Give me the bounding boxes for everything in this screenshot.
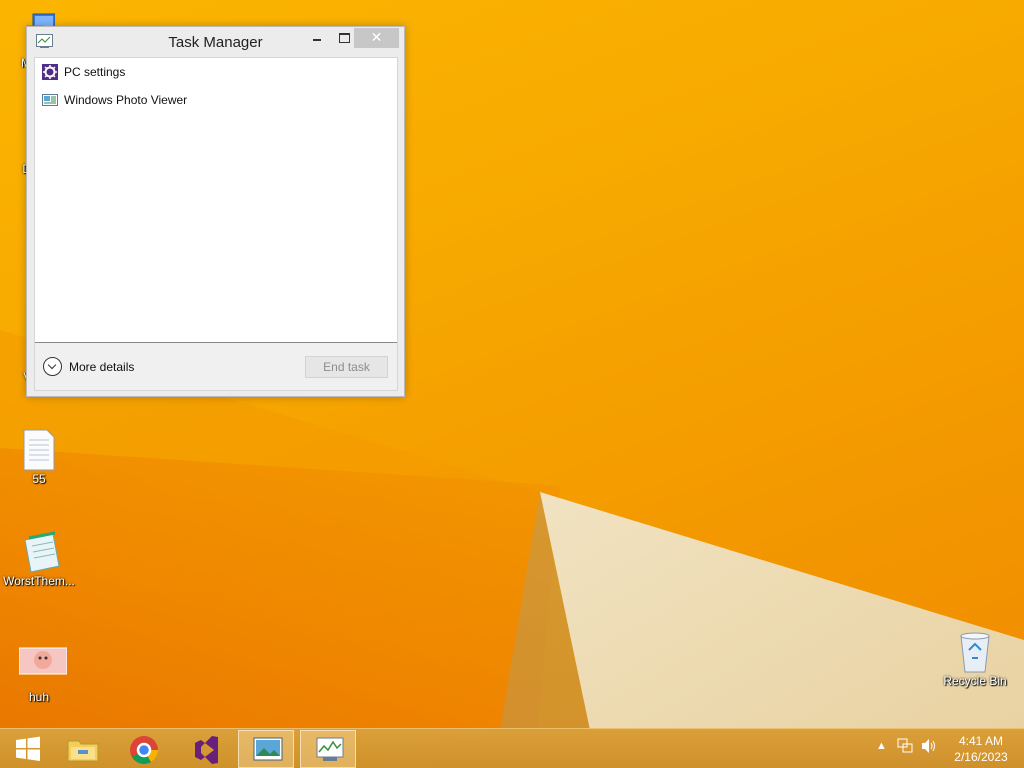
desktop-icon-recycle-bin[interactable]: Recycle Bin bbox=[936, 630, 1014, 688]
chevron-down-icon bbox=[43, 357, 62, 376]
taskbar-chrome[interactable] bbox=[115, 730, 171, 768]
desktop-icon-label: WorstThem... bbox=[3, 574, 75, 588]
taskbar bbox=[0, 728, 1024, 768]
task-manager-window: Task Manager ✕ PC settings Windows Photo… bbox=[26, 26, 405, 397]
taskbar-photo-viewer[interactable] bbox=[238, 730, 294, 768]
desktop-icon-huh[interactable]: huh bbox=[0, 646, 78, 704]
chrome-icon bbox=[129, 735, 158, 764]
desktop-icon-worstthem[interactable]: WorstThem... bbox=[0, 530, 78, 588]
taskbar-visual-studio[interactable] bbox=[177, 730, 233, 768]
desktop-icon-label: Recycle Bin bbox=[943, 674, 1007, 688]
clock-time: 4:41 AM bbox=[958, 734, 1004, 748]
clock-date: 2/16/2023 bbox=[954, 750, 1008, 764]
process-name: Windows Photo Viewer bbox=[64, 93, 188, 107]
notepad-icon bbox=[19, 530, 60, 573]
volume-icon[interactable] bbox=[920, 738, 938, 757]
close-button[interactable]: ✕ bbox=[354, 28, 399, 48]
window-footer: More details End task bbox=[35, 343, 397, 390]
photo-viewer-icon bbox=[42, 92, 58, 108]
list-item-photo-viewer[interactable]: Windows Photo Viewer bbox=[35, 87, 397, 113]
close-icon: ✕ bbox=[370, 29, 383, 45]
taskbar-task-manager[interactable] bbox=[300, 730, 356, 768]
desktop-icon-label: 55 bbox=[32, 472, 46, 486]
gear-icon bbox=[42, 64, 58, 80]
start-button[interactable] bbox=[0, 730, 56, 768]
windows-logo-icon bbox=[14, 735, 42, 763]
task-manager-icon bbox=[315, 736, 344, 764]
taskbar-file-explorer[interactable] bbox=[53, 730, 109, 768]
process-name: PC settings bbox=[64, 65, 126, 79]
visual-studio-icon bbox=[191, 735, 219, 764]
title-bar[interactable]: Task Manager ✕ bbox=[27, 27, 404, 57]
end-task-button[interactable]: End task bbox=[305, 356, 388, 378]
desktop-icon-label: huh bbox=[28, 690, 50, 704]
text-file-icon bbox=[19, 428, 59, 471]
taskbar-clock[interactable]: 4:41 AM 2/16/2023 bbox=[952, 733, 1010, 765]
photo-viewer-icon bbox=[253, 736, 283, 764]
network-icon[interactable] bbox=[897, 738, 913, 757]
list-item-pc-settings[interactable]: PC settings bbox=[35, 59, 397, 85]
recycle-bin-icon bbox=[955, 630, 995, 673]
desktop-icon-55[interactable]: 55 bbox=[0, 428, 78, 486]
task-list-panel: PC settings Windows Photo Viewer More de… bbox=[34, 57, 398, 391]
minimize-button[interactable] bbox=[304, 28, 330, 48]
process-list: PC settings Windows Photo Viewer bbox=[35, 58, 397, 342]
more-details-label: More details bbox=[69, 360, 135, 374]
show-hidden-icons-button[interactable]: ▲ bbox=[876, 740, 887, 752]
image-file-icon bbox=[18, 646, 68, 686]
maximize-button[interactable] bbox=[330, 28, 356, 48]
folder-icon bbox=[67, 735, 99, 763]
